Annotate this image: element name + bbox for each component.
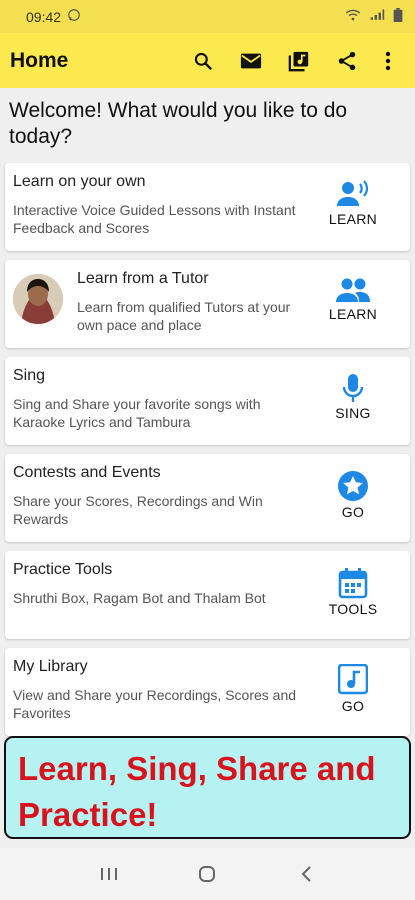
search-button[interactable]: [179, 37, 227, 85]
home-content: Welcome! What would you like to do today…: [0, 88, 415, 848]
tools-button[interactable]: TOOLS: [316, 561, 390, 617]
home-circle-icon: [199, 866, 216, 882]
card-description: View and Share your Recordings, Scores a…: [13, 687, 297, 721]
learn-label: LEARN: [328, 211, 378, 227]
share-icon: [338, 51, 356, 70]
calendar-icon: [338, 568, 368, 599]
welcome-heading: Welcome! What would you like to do today…: [9, 99, 348, 148]
card-description: Interactive Voice Guided Lessons with In…: [13, 202, 296, 236]
whatsapp-icon: [67, 8, 81, 25]
status-bar: 09:42: [0, 0, 415, 33]
recents-button[interactable]: [79, 854, 139, 894]
learn-button[interactable]: LEARN: [316, 270, 390, 322]
people-icon: [336, 278, 370, 302]
sing-label: SING: [335, 405, 371, 421]
recents-icon: [101, 868, 118, 880]
system-nav-bar: [0, 848, 415, 900]
tutor-avatar: [13, 274, 63, 324]
more-button[interactable]: [371, 37, 405, 85]
card-title: Sing: [13, 367, 46, 384]
card-title: Practice Tools: [13, 561, 113, 578]
card-learn-own[interactable]: Learn on your own Interactive Voice Guid…: [5, 163, 410, 251]
status-time: 09:42: [26, 8, 62, 25]
card-learn-tutor[interactable]: Learn from a Tutor Learn from qualified …: [5, 260, 410, 348]
card-title: Learn from a Tutor: [77, 270, 209, 287]
mail-icon: [240, 53, 262, 68]
record-voice-icon: [337, 180, 369, 206]
card-title: Contests and Events: [13, 464, 161, 481]
sing-button[interactable]: SING: [316, 367, 390, 421]
star-circle-icon: [338, 471, 368, 501]
share-button[interactable]: [323, 37, 371, 85]
back-chevron-icon: [301, 866, 311, 882]
signal-icon: [369, 8, 385, 25]
go-button[interactable]: GO: [316, 658, 390, 714]
mic-icon: [342, 374, 364, 402]
learn-button[interactable]: LEARN: [316, 173, 390, 227]
card-title: My Library: [13, 658, 88, 675]
card-title: Learn on your own: [13, 173, 146, 190]
learn-label: LEARN: [328, 306, 378, 322]
mail-button[interactable]: [227, 37, 275, 85]
card-description: Share your Scores, Recordings and Win Re…: [13, 493, 263, 527]
library-music-button[interactable]: [275, 37, 323, 85]
app-bar: Home: [0, 33, 415, 88]
card-contests[interactable]: Contests and Events Share your Scores, R…: [5, 454, 410, 542]
search-icon: [194, 52, 212, 70]
music-note-icon: [338, 664, 368, 695]
card-description: Shruthi Box, Ragam Bot and Thalam Bot: [13, 590, 266, 606]
go-label: GO: [341, 504, 365, 520]
card-description: Sing and Share your favorite songs with …: [13, 396, 261, 430]
app-title: Home: [10, 48, 69, 72]
go-button[interactable]: GO: [316, 464, 390, 520]
promo-line-2: Practice!: [18, 796, 158, 833]
library-music-icon: [288, 51, 309, 71]
go-label: GO: [341, 698, 365, 714]
card-my-library[interactable]: My Library View and Share your Recording…: [5, 648, 410, 736]
back-button[interactable]: [276, 854, 336, 894]
tools-label: TOOLS: [328, 601, 378, 617]
battery-icon: [393, 8, 403, 25]
card-sing[interactable]: Sing Sing and Share your favorite songs …: [5, 357, 410, 445]
card-practice-tools[interactable]: Practice Tools Shruthi Box, Ragam Bot an…: [5, 551, 410, 639]
card-description: Learn from qualified Tutors at your own …: [77, 299, 291, 333]
more-vert-icon: [385, 51, 391, 70]
promo-banner: Learn, Sing, Share and Practice!: [4, 736, 411, 839]
home-button[interactable]: [177, 854, 237, 894]
promo-line-1: Learn, Sing, Share and: [18, 750, 376, 787]
wifi-icon: [345, 8, 361, 25]
